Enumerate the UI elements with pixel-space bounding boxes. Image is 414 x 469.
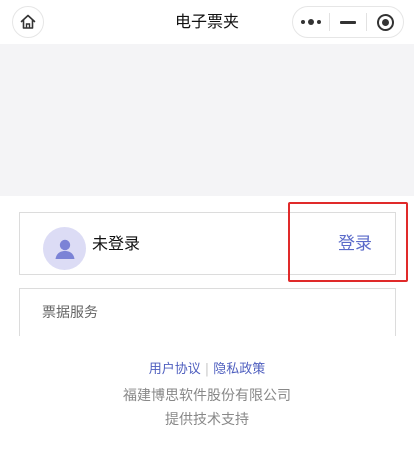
login-card: 未登录 登录 bbox=[19, 212, 396, 275]
minimize-button[interactable] bbox=[330, 7, 366, 37]
privacy-policy-link[interactable]: 隐私政策 bbox=[213, 362, 265, 377]
avatar[interactable] bbox=[43, 227, 86, 270]
login-status: 未登录 bbox=[92, 234, 141, 253]
more-dots-icon bbox=[301, 19, 321, 25]
login-button[interactable]: 登录 bbox=[338, 233, 372, 255]
minimize-icon bbox=[340, 20, 356, 24]
company-name: 福建博思软件股份有限公司 bbox=[123, 388, 291, 404]
service-card: 票据服务 bbox=[19, 288, 396, 336]
more-button[interactable] bbox=[293, 7, 329, 37]
user-agreement-link[interactable]: 用户协议 bbox=[149, 362, 201, 377]
user-avatar-icon bbox=[55, 239, 74, 259]
navbar: 电子票夹 bbox=[0, 0, 414, 44]
banner-area bbox=[0, 44, 414, 196]
service-section-title: 票据服务 bbox=[42, 305, 98, 321]
footer-link-divider: | bbox=[204, 362, 210, 377]
close-button[interactable] bbox=[367, 7, 403, 37]
page: 电子票夹 未登录 登录 票据服务 用户协议 | 隐私政策 福建博思软件股份有限公… bbox=[0, 0, 414, 469]
footer-links: 用户协议 | 隐私政策 bbox=[0, 361, 414, 379]
support-text: 提供技术支持 bbox=[165, 412, 249, 428]
target-close-icon bbox=[376, 13, 394, 31]
mini-program-capsule bbox=[292, 6, 404, 38]
